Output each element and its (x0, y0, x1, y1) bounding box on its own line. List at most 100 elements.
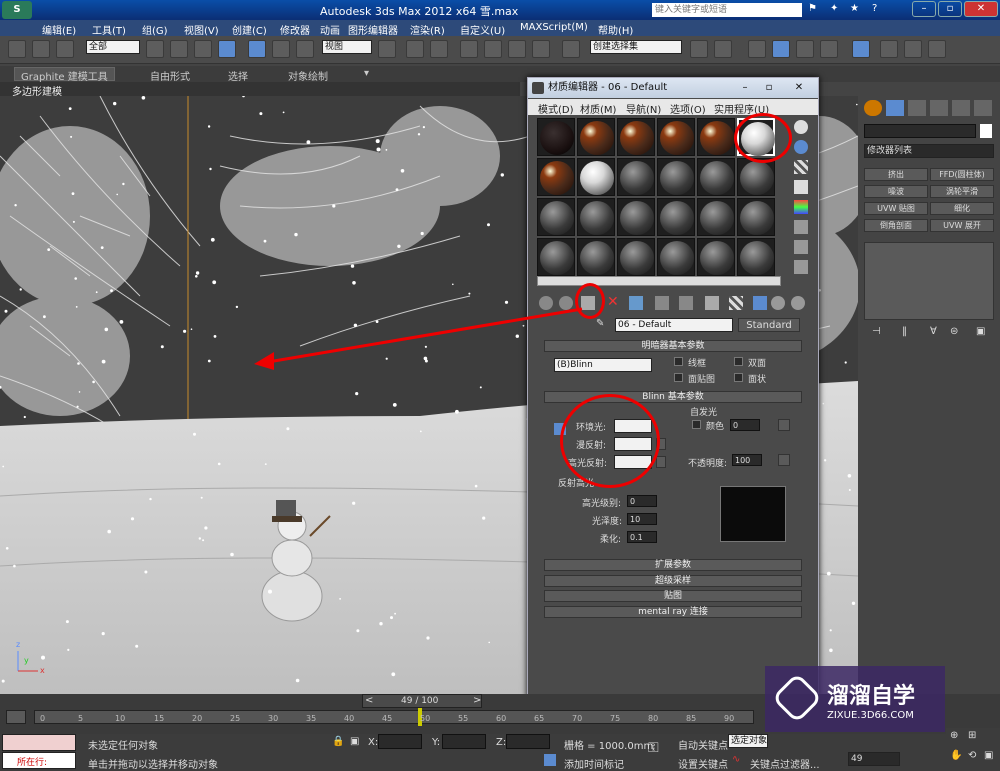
modifier-tessellate-button[interactable]: 细化 (930, 202, 994, 215)
angle-snap-icon[interactable] (484, 40, 502, 58)
modifier-unwrap-uvw-button[interactable]: UVW 展开 (930, 219, 994, 232)
motion-tab-icon[interactable] (930, 100, 948, 116)
menu-create[interactable]: 创建(C) (232, 22, 267, 37)
key-filters-button[interactable]: 关键点过滤器... (750, 756, 820, 771)
link-icon[interactable] (8, 40, 26, 58)
zoom-all-icon[interactable]: ⊞ (968, 730, 976, 741)
backlight-icon[interactable] (794, 140, 808, 154)
show-end-result-mat-icon[interactable] (753, 296, 767, 310)
object-name-field[interactable] (864, 124, 976, 138)
app-logo-icon[interactable]: S (2, 1, 32, 19)
sample-slot[interactable] (537, 198, 575, 236)
pin-stack-icon[interactable]: ⊣ (872, 326, 881, 337)
go-to-parent-icon[interactable] (771, 296, 785, 310)
sample-slot[interactable] (737, 158, 775, 196)
mini-curve-editor-icon[interactable] (6, 710, 26, 724)
x-coordinate-field[interactable] (378, 734, 422, 749)
mated-menu-options[interactable]: 选项(O) (670, 101, 706, 116)
add-time-tag-label[interactable]: 添加时间标记 (564, 756, 624, 771)
set-key-icon[interactable]: ⚿ (648, 740, 659, 756)
menu-help[interactable]: 帮助(H) (598, 22, 633, 37)
material-name-field[interactable]: 06 - Default (615, 318, 733, 332)
pan-icon[interactable]: ✋ (950, 750, 962, 761)
specular-map-button[interactable] (656, 456, 666, 468)
maps-rollout[interactable]: 贴图 (544, 590, 802, 602)
go-forward-sibling-icon[interactable] (791, 296, 805, 310)
z-coordinate-field[interactable] (506, 734, 550, 749)
face-map-checkbox[interactable] (674, 373, 683, 382)
mental-ray-rollout[interactable]: mental ray 连接 (544, 606, 802, 618)
orbit-icon[interactable]: ⟲ (968, 750, 976, 761)
snap-3d-icon[interactable] (460, 40, 478, 58)
put-to-scene-icon[interactable] (559, 296, 573, 310)
edit-named-selection-icon[interactable] (562, 40, 580, 58)
select-object-icon[interactable] (146, 40, 164, 58)
sample-slot[interactable] (617, 118, 655, 156)
shader-params-rollout[interactable]: 明暗器基本参数 (544, 340, 802, 352)
options-icon[interactable] (794, 240, 808, 254)
rotate-icon[interactable] (272, 40, 290, 58)
tab-freeform[interactable]: 自由形式 (150, 68, 190, 83)
tab-graphite-modeling[interactable]: Graphite 建模工具 (14, 67, 115, 83)
menu-rendering[interactable]: 渲染(R) (410, 22, 445, 37)
menu-modifiers[interactable]: 修改器 (280, 22, 310, 37)
video-color-check-icon[interactable] (794, 200, 808, 214)
mated-close-button[interactable]: ✕ (784, 78, 814, 98)
rendered-frame-icon[interactable] (904, 40, 922, 58)
modifier-list-dropdown[interactable]: 修改器列表 (864, 144, 994, 158)
mated-maximize-button[interactable]: ▫ (758, 78, 780, 98)
put-to-library-icon[interactable] (679, 296, 693, 310)
maxscript-mini-field[interactable]: 所在行: (2, 752, 76, 769)
track-bar[interactable] (34, 710, 754, 724)
selection-filter-dropdown[interactable]: 全部 (86, 40, 140, 54)
auto-key-button[interactable]: 自动关键点 (678, 737, 728, 752)
bind-space-warp-icon[interactable] (56, 40, 74, 58)
keyboard-shortcut-icon[interactable] (430, 40, 448, 58)
sample-slot[interactable] (657, 198, 695, 236)
info-icon[interactable]: ? (872, 3, 877, 14)
pivot-icon[interactable] (378, 40, 396, 58)
menu-views[interactable]: 视图(V) (184, 22, 219, 37)
tab-object-paint[interactable]: 对象绘制 (288, 68, 328, 83)
remove-modifier-icon[interactable]: ⊜ (950, 326, 958, 337)
maxscript-listener[interactable] (2, 734, 76, 751)
minimize-button[interactable]: – (912, 1, 936, 17)
shader-type-dropdown[interactable]: (B)Blinn (554, 358, 652, 372)
sample-type-icon[interactable] (794, 120, 808, 134)
uv-tiling-icon[interactable] (794, 180, 808, 194)
layer-manager-icon[interactable] (748, 40, 766, 58)
sample-slot[interactable] (657, 118, 695, 156)
sample-slot[interactable] (577, 198, 615, 236)
make-copy-icon[interactable] (629, 296, 643, 310)
sample-slot[interactable] (697, 198, 735, 236)
reference-coordinate-dropdown[interactable]: 视图 (322, 40, 372, 54)
sample-slot[interactable] (737, 238, 775, 276)
help-icon[interactable]: ⚑ (808, 3, 817, 14)
sample-slot[interactable] (577, 238, 615, 276)
sample-slot[interactable] (537, 118, 575, 156)
key-selected-dropdown[interactable]: 选定对象 (728, 734, 768, 748)
utilities-tab-icon[interactable] (974, 100, 992, 116)
get-material-icon[interactable] (539, 296, 553, 310)
sample-slot[interactable] (537, 158, 575, 196)
modifier-bevel-profile-button[interactable]: 倒角剖面 (864, 219, 928, 232)
sample-slot[interactable] (617, 158, 655, 196)
make-preview-icon[interactable] (794, 220, 808, 234)
search-input[interactable]: 键入关键字或短语 (652, 3, 802, 17)
unlink-icon[interactable] (32, 40, 50, 58)
sample-slot[interactable] (657, 238, 695, 276)
modifier-ffd-cyl-button[interactable]: FFD(圆柱体) (930, 168, 994, 181)
modifier-noise-button[interactable]: 噪波 (864, 185, 928, 198)
time-slider[interactable]: < 49 / 100 > (362, 694, 482, 708)
ribbon-options-icon[interactable]: ▾ (364, 68, 369, 79)
material-type-button[interactable]: Standard (738, 318, 800, 332)
zoom-icon[interactable]: ⊕ (950, 730, 958, 741)
mated-menu-material[interactable]: 材质(M) (580, 101, 616, 116)
menu-maxscript[interactable]: MAXScript(M) (520, 22, 588, 33)
reset-map-icon[interactable]: ✕ (607, 294, 619, 310)
select-by-material-icon[interactable] (794, 260, 808, 274)
sample-slot[interactable] (617, 198, 655, 236)
menu-graph-editors[interactable]: 图形编辑器 (348, 22, 398, 37)
pick-material-icon[interactable]: ✎ (596, 318, 604, 329)
self-illum-color-checkbox[interactable] (692, 420, 701, 429)
